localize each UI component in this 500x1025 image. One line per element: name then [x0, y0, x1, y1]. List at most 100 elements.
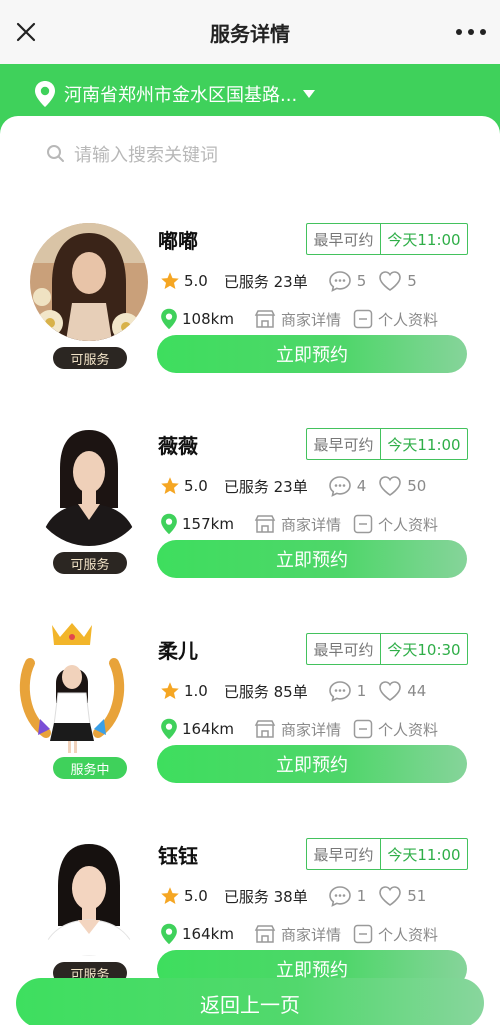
earliest-booking-time: 今天11:00	[387, 435, 461, 454]
profile-icon	[353, 309, 373, 329]
rating-value: 5.0	[184, 887, 208, 905]
comment-icon	[328, 681, 351, 702]
book-now-button[interactable]: 立即预约	[157, 335, 467, 373]
served-count: 已服务 38单	[223, 887, 308, 906]
shop-details-label: 商家详情	[280, 925, 341, 944]
distance: 164km	[182, 720, 234, 738]
comment-icon	[328, 886, 351, 907]
star-icon	[161, 477, 179, 494]
provider-card: 可服务 薇薇 最早可约 今天11:00 5.0 已服务 23单 4 50 157…	[0, 428, 500, 633]
served-count: 已服务 23单	[223, 477, 308, 496]
comment-count-group[interactable]: 1	[328, 885, 367, 907]
provider-stats: 5.0 已服务 38单 1 51	[160, 884, 426, 908]
close-icon[interactable]	[14, 20, 38, 44]
profile-icon	[353, 514, 373, 534]
profile-link[interactable]: 个人资料	[353, 514, 438, 535]
like-count-group[interactable]: 50	[378, 475, 426, 497]
heart-icon	[379, 271, 402, 291]
shop-icon	[254, 925, 276, 943]
profile-link[interactable]: 个人资料	[353, 309, 438, 330]
earliest-booking-box: 最早可约 今天11:00	[306, 223, 468, 255]
served-count: 已服务 85单	[223, 682, 308, 701]
provider-card: 服务中 柔儿 最早可约 今天10:30 1.0 已服务 85单 1 44 164…	[0, 623, 500, 838]
profile-link[interactable]: 个人资料	[353, 719, 438, 740]
shop-details-link[interactable]: 商家详情	[254, 514, 341, 535]
book-now-button[interactable]: 立即预约	[157, 540, 467, 578]
comment-count-group[interactable]: 5	[328, 270, 367, 292]
book-now-button[interactable]: 立即预约	[157, 745, 467, 783]
earliest-booking-box: 最早可约 今天10:30	[306, 633, 468, 665]
page-title: 服务详情	[210, 21, 290, 46]
avatar[interactable]	[30, 428, 148, 546]
location-pin-icon	[161, 308, 177, 330]
comment-count: 4	[356, 477, 367, 495]
earliest-booking-time: 今天11:00	[387, 845, 461, 864]
shop-details-link[interactable]: 商家详情	[254, 309, 341, 330]
provider-card: 可服务 嘟嘟 最早可约 今天11:00 5.0 已服务 23单 5 5 108k…	[0, 223, 500, 428]
profile-label: 个人资料	[377, 720, 438, 739]
provider-stats: 1.0 已服务 85单 1 44	[160, 679, 426, 703]
location-text: 河南省郑州市金水区国基路...	[64, 85, 298, 106]
comment-count-group[interactable]: 1	[328, 680, 366, 702]
earliest-booking-label: 最早可约	[307, 429, 381, 459]
heart-icon	[379, 681, 402, 701]
like-count: 5	[407, 272, 417, 290]
profile-icon	[353, 719, 373, 739]
shop-details-label: 商家详情	[280, 310, 341, 329]
more-icon[interactable]	[456, 22, 486, 42]
avatar[interactable]	[30, 223, 148, 341]
rating-value: 5.0	[184, 477, 208, 495]
shop-details-label: 商家详情	[280, 720, 341, 739]
search-icon	[47, 145, 64, 162]
location-selector[interactable]: 河南省郑州市金水区国基路...	[34, 80, 316, 108]
earliest-booking-time: 今天10:30	[387, 640, 461, 659]
top-bar: 服务详情	[0, 0, 500, 64]
provider-details: 108km 商家详情 个人资料	[160, 307, 438, 331]
star-icon	[161, 682, 179, 699]
like-count-group[interactable]: 44	[378, 680, 426, 702]
star-icon	[161, 887, 179, 904]
provider-name: 薇薇	[158, 434, 198, 458]
comment-icon	[328, 271, 351, 292]
distance: 108km	[182, 310, 234, 328]
served-count: 已服务 23单	[223, 272, 308, 291]
comment-count: 1	[356, 887, 367, 905]
profile-icon	[353, 924, 373, 944]
caret-down-icon	[303, 90, 316, 98]
like-count: 50	[407, 477, 427, 495]
content-sheet: 请输入搜索关键词 可服务 嘟嘟 最早可约 今天11:00 5.0 已服务 23单…	[0, 116, 500, 1025]
earliest-booking-label: 最早可约	[307, 224, 381, 254]
back-button[interactable]: 返回上一页	[16, 978, 484, 1025]
like-count-group[interactable]: 51	[378, 885, 426, 907]
avatar[interactable]	[30, 838, 148, 956]
provider-stats: 5.0 已服务 23单 4 50	[160, 474, 426, 498]
earliest-booking-box: 最早可约 今天11:00	[306, 838, 468, 870]
earliest-booking-time: 今天11:00	[387, 230, 461, 249]
heart-icon	[379, 476, 402, 496]
earliest-booking-label: 最早可约	[307, 839, 381, 869]
avatar[interactable]	[16, 623, 128, 753]
shop-icon	[254, 720, 276, 738]
like-count: 44	[407, 682, 427, 700]
location-pin-icon	[161, 513, 177, 535]
location-pin-icon	[35, 81, 55, 107]
shop-details-link[interactable]: 商家详情	[254, 719, 341, 740]
comment-count: 5	[356, 272, 367, 290]
like-count: 51	[407, 887, 427, 905]
profile-label: 个人资料	[377, 310, 438, 329]
profile-link[interactable]: 个人资料	[353, 924, 438, 945]
shop-details-link[interactable]: 商家详情	[254, 924, 341, 945]
distance: 157km	[182, 515, 234, 533]
provider-stats: 5.0 已服务 23单 5 5	[160, 269, 417, 293]
search-bar[interactable]: 请输入搜索关键词	[46, 140, 218, 168]
shop-icon	[254, 515, 276, 533]
rating-value: 5.0	[184, 272, 208, 290]
profile-label: 个人资料	[377, 515, 438, 534]
location-pin-icon	[161, 923, 177, 945]
status-badge: 可服务	[53, 347, 127, 369]
like-count-group[interactable]: 5	[378, 270, 417, 292]
status-badge: 可服务	[53, 552, 127, 574]
search-input[interactable]: 请输入搜索关键词	[74, 141, 218, 167]
comment-count-group[interactable]: 4	[328, 475, 367, 497]
location-pin-icon	[161, 718, 177, 740]
